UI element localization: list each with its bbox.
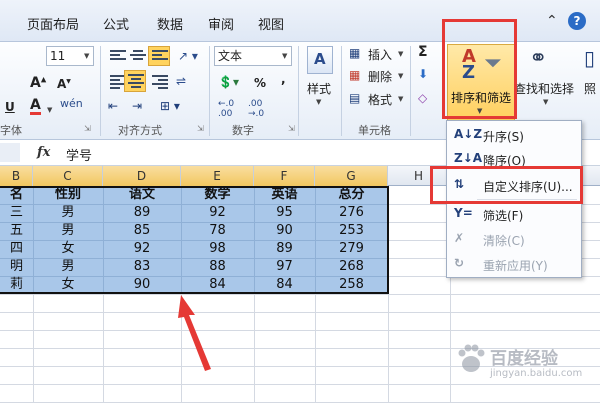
clear-icon[interactable]: ◇ <box>418 92 427 104</box>
binoculars-icon[interactable]: ⚭ <box>529 48 547 70</box>
baidu-paw-icon <box>458 344 485 372</box>
increase-decimal-icon[interactable]: ←.0.00 <box>218 99 234 119</box>
tab-formulas[interactable]: 公式 <box>103 14 129 33</box>
menu-item-label: 筛选(F) <box>483 209 524 223</box>
align-bottom-icon <box>152 50 168 64</box>
help-icon[interactable]: ? <box>568 12 586 30</box>
font-group-label: 字体 <box>0 124 22 137</box>
column-header-d[interactable]: D <box>103 166 181 186</box>
styles-button-label[interactable]: 样式 <box>307 80 331 97</box>
align-center-button[interactable] <box>124 70 146 92</box>
font-size-dropdown-icon[interactable]: ▼ <box>84 52 89 60</box>
column-header-b[interactable]: B <box>0 166 33 186</box>
find-select-button[interactable]: 查找和选择 <box>514 80 574 97</box>
percent-button[interactable]: % <box>254 76 266 90</box>
orientation-icon[interactable]: ↗ ▾ <box>178 50 198 62</box>
custom-sort-highlight-box <box>430 166 583 204</box>
font-launcher-icon[interactable]: ⇲ <box>84 124 91 133</box>
tab-page-layout[interactable]: 页面布局 <box>27 14 79 33</box>
increase-indent-icon[interactable]: ⇥ <box>132 100 142 112</box>
red-arrow-annotation <box>178 295 211 371</box>
filter-icon: Y= <box>454 206 473 220</box>
format-cells-icon[interactable]: ▤ <box>349 92 360 104</box>
insert-cells-icon[interactable]: ▦ <box>349 47 360 59</box>
align-middle-icon[interactable] <box>130 50 146 64</box>
delete-cells-icon[interactable]: ▦ <box>349 69 360 81</box>
phonetic-button[interactable]: wén <box>60 97 83 110</box>
sort-filter-highlight-box <box>442 19 517 119</box>
insert-cells-button[interactable]: 插入 <box>368 46 392 63</box>
fill-icon[interactable]: ⬇ <box>418 68 428 80</box>
underline-button[interactable]: U <box>5 100 15 114</box>
styles-icon[interactable]: A <box>307 46 333 74</box>
watermark-text: 百度经验 <box>490 349 558 369</box>
decrease-indent-icon[interactable]: ⇤ <box>108 100 118 112</box>
number-format-dropdown-icon[interactable]: ▼ <box>282 52 287 60</box>
font-color-dropdown-icon[interactable]: ▼ <box>47 106 52 114</box>
merge-center-icon[interactable]: ⊞ ▾ <box>160 100 180 112</box>
column-header-g[interactable]: G <box>315 166 388 186</box>
wrap-text-icon[interactable]: ⇌ <box>176 75 186 87</box>
decrease-decimal-icon[interactable]: .00 →.0 <box>248 99 264 119</box>
align-center-icon <box>128 74 144 88</box>
align-bottom-button[interactable] <box>148 46 170 66</box>
sort-ascending-icon: A↓Z <box>454 127 483 141</box>
format-cells-button[interactable]: 格式 <box>368 91 392 108</box>
autosum-button[interactable]: Σ <box>418 44 428 60</box>
formula-input[interactable]: 学号 <box>66 145 92 164</box>
column-header-e[interactable]: E <box>181 166 254 186</box>
column-header-c[interactable]: C <box>33 166 103 186</box>
name-box[interactable] <box>0 143 20 162</box>
tab-data[interactable]: 数据 <box>157 14 183 33</box>
comma-button[interactable]: , <box>281 72 286 86</box>
reapply-icon: ↻ <box>454 256 465 270</box>
delete-cells-button[interactable]: 删除 <box>368 68 392 85</box>
shrink-font-icon[interactable]: A▼ <box>57 77 71 91</box>
minimize-ribbon-icon[interactable]: ⌃ <box>546 13 558 29</box>
clear-filter-icon: ✗ <box>454 231 465 245</box>
menu-item-filter[interactable]: Y= 筛选(F) <box>447 202 581 226</box>
font-color-button[interactable]: A <box>30 98 41 115</box>
number-format-value: 文本 <box>218 49 243 63</box>
menu-item-label: 重新应用(Y) <box>483 259 548 273</box>
alignment-group-label: 对齐方式 <box>118 124 162 137</box>
currency-icon[interactable]: 💲▾ <box>218 76 239 88</box>
selection-border <box>0 186 389 294</box>
grow-font-icon[interactable]: A▲ <box>30 75 46 91</box>
font-size-value: 11 <box>50 49 66 63</box>
tab-view[interactable]: 视图 <box>258 14 284 33</box>
tab-review[interactable]: 审阅 <box>208 14 234 33</box>
menu-item-sort-ascending[interactable]: A↓Z 升序(S) <box>447 123 581 147</box>
align-right-icon[interactable] <box>152 75 168 89</box>
share-icon[interactable]: ▯ <box>584 48 595 68</box>
styles-dropdown-icon[interactable]: ▼ <box>316 98 321 106</box>
share-button-partial[interactable]: 照 <box>584 80 596 97</box>
number-group-label: 数字 <box>232 124 254 137</box>
menu-item-label: 升序(S) <box>483 130 524 144</box>
watermark: 百度经验 jingyan.baidu.com <box>452 334 600 400</box>
insert-function-button[interactable]: fx <box>37 145 50 160</box>
watermark-url: jingyan.baidu.com <box>490 368 583 379</box>
column-header-f[interactable]: F <box>254 166 315 186</box>
menu-item-reapply: ↻ 重新应用(Y) <box>447 252 581 276</box>
alignment-launcher-icon[interactable]: ⇲ <box>197 124 204 133</box>
sort-descending-icon: Z↓A <box>454 151 483 165</box>
number-launcher-icon[interactable]: ⇲ <box>288 124 295 133</box>
menu-item-label: 清除(C) <box>483 234 525 248</box>
cells-group-label: 单元格 <box>358 124 391 137</box>
align-top-icon[interactable] <box>110 50 126 64</box>
number-format-box[interactable]: 文本 <box>214 46 292 66</box>
menu-item-clear: ✗ 清除(C) <box>447 227 581 251</box>
